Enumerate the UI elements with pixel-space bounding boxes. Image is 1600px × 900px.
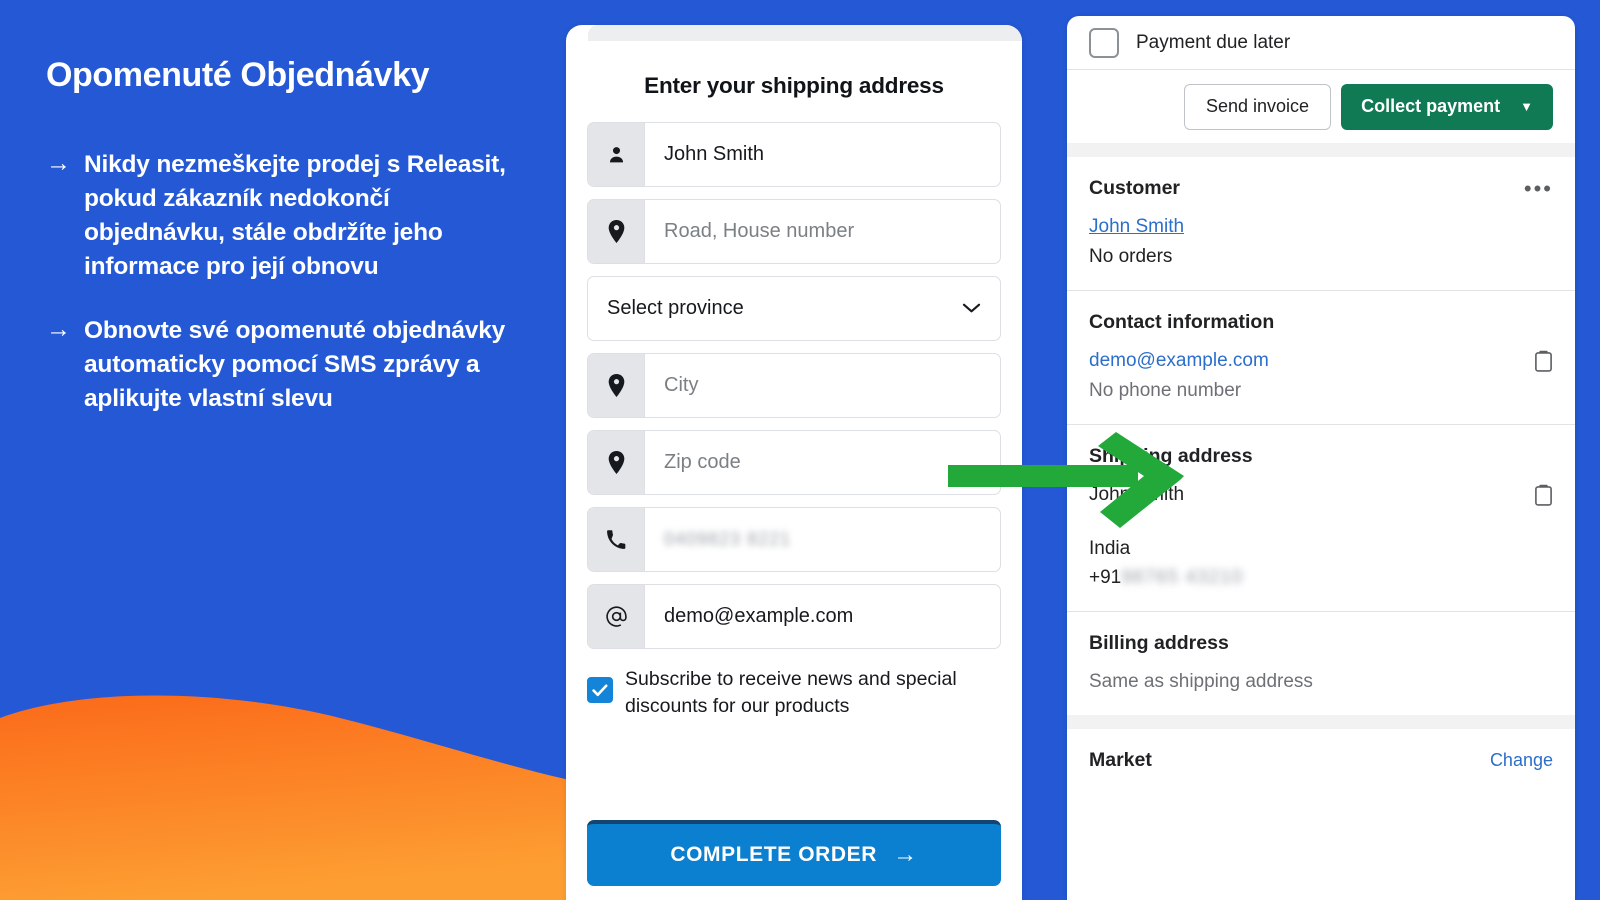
phone-field[interactable]: 0409823 8221 <box>587 507 1001 572</box>
contact-email[interactable]: demo@example.com <box>1089 346 1269 375</box>
send-invoice-label: Send invoice <box>1206 96 1310 116</box>
customer-name-link[interactable]: John Smith <box>1089 212 1184 241</box>
screenshot-root: Opomenuté Objednávky → Nikdy nezmeškejte… <box>0 0 1600 900</box>
arrow-right-icon: → <box>46 149 71 177</box>
payment-actions-row: Send invoice Collect payment ▼ <box>1067 70 1575 143</box>
send-invoice-button[interactable]: Send invoice <box>1184 83 1332 130</box>
person-icon <box>588 123 645 186</box>
order-details-card: Payment due later Send invoice Collect p… <box>1067 16 1575 900</box>
at-sign-icon <box>588 585 645 648</box>
list-item: → Obnovte své opomenuté objednávky autom… <box>46 314 531 416</box>
zip-code-field[interactable]: Zip code <box>587 430 1001 495</box>
section-gap <box>1067 715 1575 729</box>
province-select-value: Select province <box>607 297 744 319</box>
shipping-phone: +9198765 43210 <box>1089 563 1243 592</box>
shipping-name: John Smith <box>1089 484 1185 505</box>
customer-section: Customer ••• John Smith No orders <box>1067 157 1575 290</box>
clipboard-copy-icon[interactable] <box>1534 480 1553 511</box>
checkout-heading: Enter your shipping address <box>644 73 944 98</box>
contact-section-title: Contact information <box>1089 311 1275 333</box>
customer-order-count: No orders <box>1089 246 1173 267</box>
arrow-right-icon: → <box>46 315 71 343</box>
shipping-section-title: Shipping address <box>1089 445 1253 467</box>
location-pin-icon <box>588 354 645 417</box>
province-select[interactable]: Select province <box>587 276 1001 341</box>
benefit-text: Nikdy nezmeškejte prodej s Releasit, pok… <box>84 151 506 280</box>
city-placeholder: City <box>664 374 699 396</box>
payment-due-later-checkbox[interactable] <box>1089 27 1119 58</box>
shipping-phone-redacted: 98765 43210 <box>1121 567 1244 588</box>
street-address-placeholder: Road, House number <box>664 220 855 242</box>
phone-icon <box>588 508 645 571</box>
market-change-link[interactable]: Change <box>1490 750 1553 771</box>
section-gap <box>1067 143 1575 157</box>
shipping-address-section: Shipping address John Smith India +91987… <box>1067 425 1575 611</box>
contact-information-section: Contact information demo@example.com No … <box>1067 291 1575 424</box>
complete-order-label: COMPLETE ORDER <box>670 843 878 866</box>
location-pin-icon <box>588 431 645 494</box>
city-field[interactable]: City <box>587 353 1001 418</box>
list-item: → Nikdy nezmeškejte prodej s Releasit, p… <box>46 148 531 284</box>
market-section-title: Market <box>1089 749 1152 771</box>
contact-phone: No phone number <box>1089 380 1242 401</box>
street-address-field[interactable]: Road, House number <box>587 199 1001 264</box>
page-title: Opomenuté Objednávky <box>46 56 430 94</box>
complete-order-button[interactable]: COMPLETE ORDER → <box>587 820 1001 886</box>
payment-due-later-label: Payment due later <box>1136 31 1291 53</box>
arrow-right-icon: → <box>893 841 918 868</box>
email-value: demo@example.com <box>664 605 854 627</box>
collect-payment-label: Collect payment <box>1361 96 1501 116</box>
benefit-list: → Nikdy nezmeškejte prodej s Releasit, p… <box>46 148 531 446</box>
customer-section-title: Customer <box>1089 177 1181 199</box>
subscribe-checkbox[interactable] <box>587 677 613 703</box>
collect-payment-button[interactable]: Collect payment ▼ <box>1341 83 1553 130</box>
billing-value: Same as shipping address <box>1089 671 1313 692</box>
subscribe-checkbox-row[interactable]: Subscribe to receive news and special di… <box>587 666 1001 720</box>
phone-value: 0409823 8221 <box>664 529 792 549</box>
email-field[interactable]: demo@example.com <box>587 584 1001 649</box>
promo-panel: Opomenuté Objednávky → Nikdy nezmeškejte… <box>0 0 566 900</box>
check-icon <box>592 684 608 696</box>
caret-down-icon: ▼ <box>1520 99 1533 114</box>
zip-code-placeholder: Zip code <box>664 451 741 473</box>
billing-address-section: Billing address Same as shipping address <box>1067 612 1575 715</box>
shipping-country: India <box>1089 538 1131 559</box>
benefit-text: Obnovte své opomenuté objednávky automat… <box>84 317 506 412</box>
shipping-phone-prefix: +91 <box>1089 567 1122 588</box>
subscribe-label: Subscribe to receive news and special di… <box>625 668 957 717</box>
clipboard-copy-icon[interactable] <box>1534 346 1553 377</box>
full-name-field[interactable]: John Smith <box>587 122 1001 187</box>
card-top-strip <box>588 25 1022 41</box>
full-name-value: John Smith <box>664 143 765 165</box>
location-pin-icon <box>588 200 645 263</box>
checkout-form-card: Enter your shipping address John Smith R… <box>566 25 1022 900</box>
payment-due-later-row[interactable]: Payment due later <box>1067 16 1575 69</box>
market-section: Market Change <box>1067 729 1575 784</box>
billing-section-title: Billing address <box>1089 632 1229 654</box>
more-options-icon[interactable]: ••• <box>1524 177 1553 199</box>
chevron-down-icon <box>962 297 981 320</box>
